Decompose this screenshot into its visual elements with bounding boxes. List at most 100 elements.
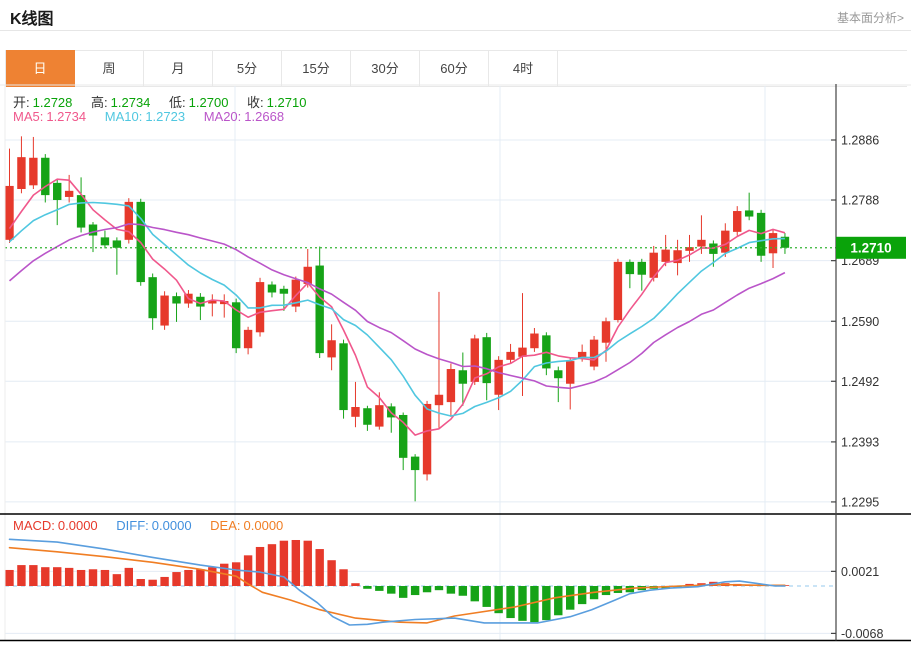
candle-body xyxy=(339,343,348,411)
candle-body xyxy=(100,237,110,246)
close-value: 1.2710 xyxy=(266,95,307,110)
macd-bar xyxy=(530,586,539,623)
macd-bar xyxy=(291,539,301,586)
candle-body xyxy=(64,190,74,197)
candle-body xyxy=(470,338,479,382)
title-divider xyxy=(0,30,911,31)
macd-bar xyxy=(482,586,491,607)
ma20-value: 1.2668 xyxy=(244,109,285,124)
macd-bar xyxy=(351,583,360,586)
candle-body xyxy=(172,296,181,304)
macd-bar xyxy=(124,567,133,586)
candle-body xyxy=(554,370,563,379)
macd-bar xyxy=(422,586,432,593)
macd-bar xyxy=(446,586,456,594)
candle-body xyxy=(5,185,14,240)
candle-body xyxy=(530,333,539,349)
ma10-value: 1.2723 xyxy=(145,109,186,124)
timeframe-tab-bar: 日周月 5分 15分 30分 60分 4时 xyxy=(5,50,907,87)
macd-bar xyxy=(303,540,312,586)
macd-bar xyxy=(255,546,265,586)
candle-body xyxy=(53,182,62,201)
macd-bar xyxy=(315,549,324,586)
macd-bar xyxy=(17,565,26,586)
macd-bar xyxy=(29,565,38,586)
macd-bar xyxy=(53,567,62,586)
macd-label: MACD: xyxy=(13,518,55,533)
candle-body xyxy=(434,394,444,406)
macd-bar xyxy=(327,560,336,586)
macd-bar xyxy=(196,569,205,586)
candle-body xyxy=(613,261,623,321)
macd-bar xyxy=(267,544,277,586)
ma5-value: 1.2734 xyxy=(46,109,87,124)
low-value: 1.2700 xyxy=(188,95,229,110)
axis-label: 1.2590 xyxy=(841,315,879,329)
tab-30分[interactable]: 30分 xyxy=(351,51,420,86)
macd-bar xyxy=(375,586,384,591)
diff-value: 0.0000 xyxy=(151,518,192,533)
candle-body xyxy=(267,284,277,293)
candle-body xyxy=(351,407,360,417)
macd-bar xyxy=(398,586,408,598)
tab-月[interactable]: 月 xyxy=(144,51,213,86)
axis-label: 1.2393 xyxy=(841,435,879,449)
candle-body xyxy=(661,249,670,262)
candle-body xyxy=(625,261,635,275)
macd-bar xyxy=(76,569,86,586)
tab-4时[interactable]: 4时 xyxy=(489,51,558,86)
macd-bar xyxy=(64,567,74,586)
macd-bar xyxy=(5,569,14,586)
candle-body xyxy=(315,265,324,354)
candle-body xyxy=(566,361,575,384)
tab-15分[interactable]: 15分 xyxy=(282,51,351,86)
current-price-badge-label: 1.2710 xyxy=(850,241,891,256)
candle-body xyxy=(601,321,611,343)
macd-bar xyxy=(506,586,515,619)
macd-value: 0.0000 xyxy=(57,518,98,533)
candle-body xyxy=(744,210,754,217)
candle-body xyxy=(637,261,646,275)
macd-bar xyxy=(554,586,563,616)
ma-readout: MA5: 1.2734 MA10: 1.2723 MA20: 1.2668 xyxy=(13,109,299,124)
candle-body xyxy=(733,211,742,232)
high-value: 1.2734 xyxy=(110,95,151,110)
axis-label: 1.2788 xyxy=(841,194,879,208)
candle-body xyxy=(482,337,491,384)
candle-body xyxy=(422,403,432,475)
candle-body xyxy=(589,339,599,367)
macd-bar xyxy=(518,586,527,621)
diff-label: DIFF: xyxy=(116,518,149,533)
tab-日[interactable]: 日 xyxy=(6,50,75,87)
macd-bar xyxy=(339,569,348,586)
close-label: 收: xyxy=(247,95,264,110)
kline-chart[interactable]: 1.28861.27881.26891.25901.24921.23931.22… xyxy=(0,84,911,645)
candle-body xyxy=(375,405,384,427)
candle-body xyxy=(160,295,169,326)
tab-5分[interactable]: 5分 xyxy=(213,51,282,86)
macd-bar xyxy=(41,567,50,586)
candle-body xyxy=(112,240,122,248)
candle-body xyxy=(363,408,372,425)
tab-周[interactable]: 周 xyxy=(75,51,144,86)
fundamental-analysis-link[interactable]: 基本面分析> xyxy=(837,9,904,26)
axis-label: 1.2492 xyxy=(841,375,879,389)
macd-bar xyxy=(112,574,122,586)
macd-bar xyxy=(231,562,241,586)
candle-body xyxy=(410,456,420,471)
dea-value: 0.0000 xyxy=(243,518,284,533)
macd-bar xyxy=(136,579,145,586)
tab-60分[interactable]: 60分 xyxy=(420,51,489,86)
candle-body xyxy=(458,370,468,384)
candle-body xyxy=(506,351,515,360)
axis-label: 1.2886 xyxy=(841,134,879,148)
low-label: 低: xyxy=(169,95,186,110)
candle-body xyxy=(29,157,38,186)
macd-bar xyxy=(172,572,181,586)
macd-bar xyxy=(470,586,479,602)
macd-bar xyxy=(88,569,98,586)
axis-label: -0.0068 xyxy=(841,627,883,641)
axis-label: 1.2295 xyxy=(841,495,879,509)
macd-bar xyxy=(160,576,169,586)
candle-body xyxy=(768,233,778,254)
